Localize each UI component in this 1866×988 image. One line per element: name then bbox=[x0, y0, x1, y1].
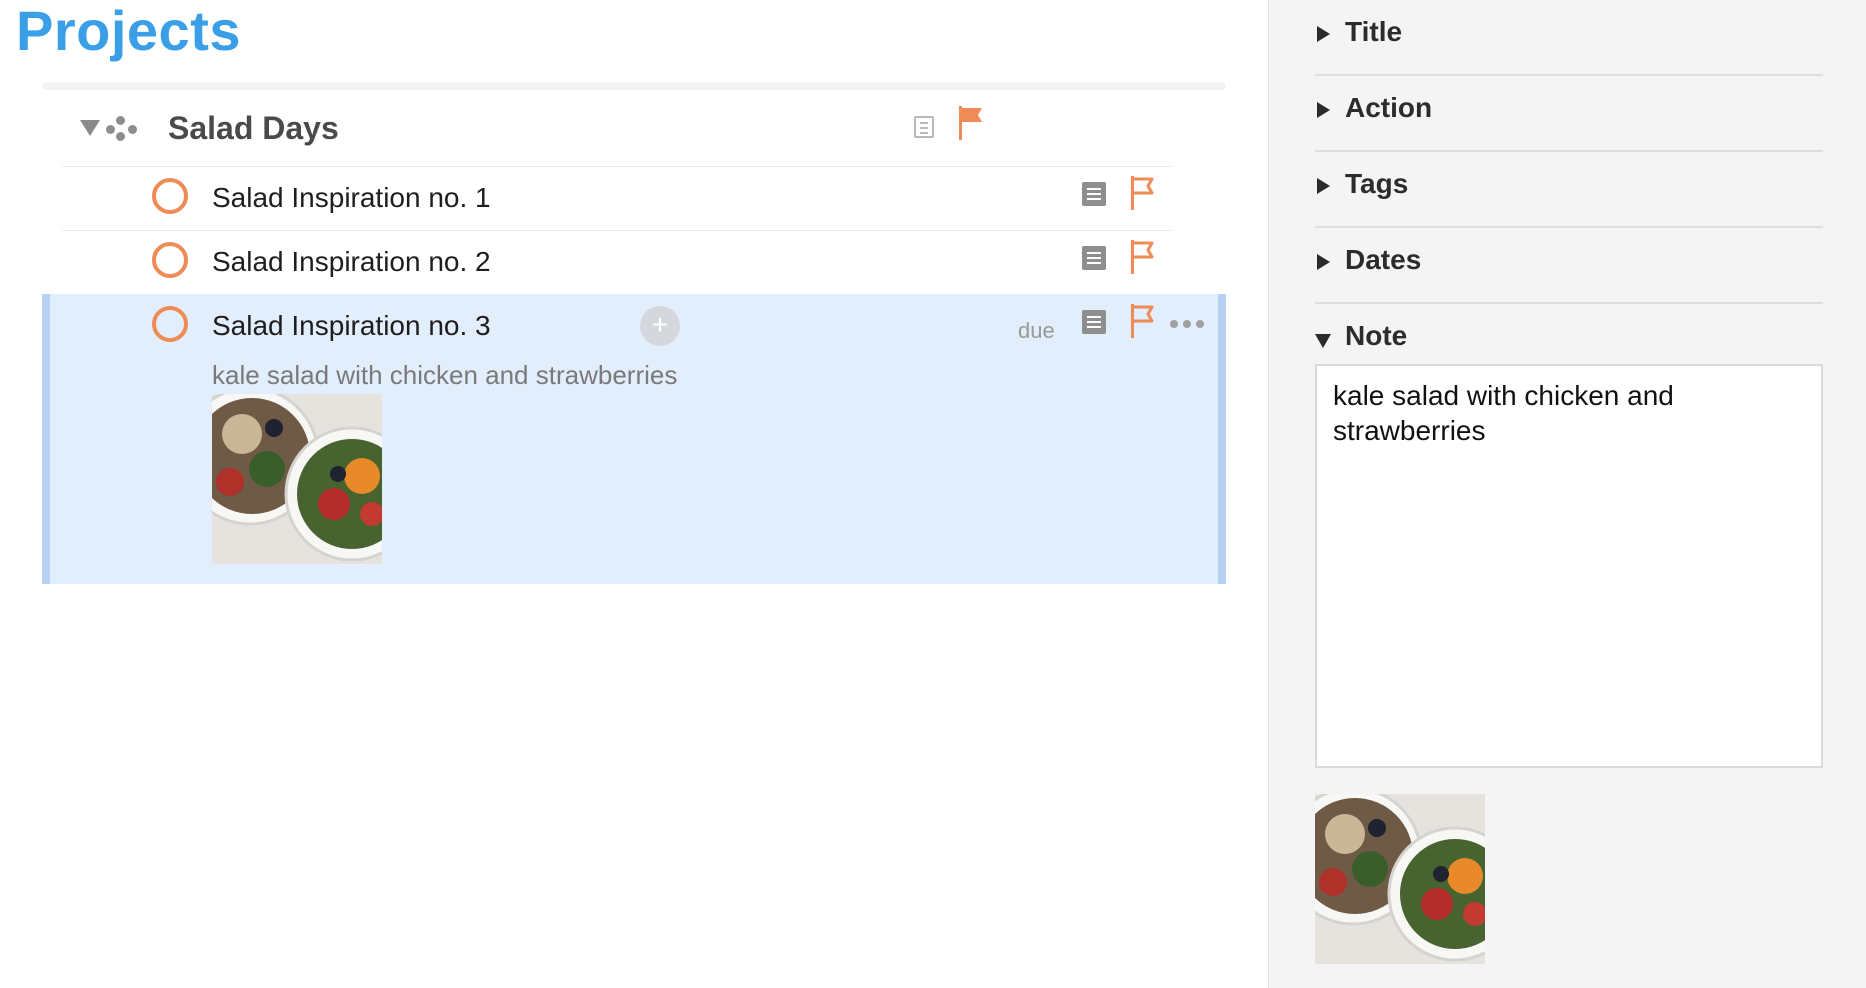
disclosure-triangle-icon[interactable] bbox=[1317, 26, 1330, 42]
section-label[interactable]: Action bbox=[1345, 92, 1432, 124]
due-label[interactable]: due bbox=[1018, 318, 1055, 344]
disclosure-triangle-icon[interactable] bbox=[1315, 334, 1331, 348]
flag-icon[interactable] bbox=[958, 106, 984, 140]
salad-photo[interactable] bbox=[1315, 794, 1485, 964]
section-action[interactable]: Action bbox=[1315, 76, 1823, 152]
project-row[interactable]: Salad Days bbox=[62, 92, 1172, 166]
salad-photo[interactable] bbox=[212, 394, 382, 564]
task-row[interactable]: Salad Inspiration no. 2 bbox=[62, 232, 1172, 294]
flag-icon[interactable] bbox=[1130, 240, 1156, 274]
divider bbox=[42, 82, 1226, 90]
task-checkbox[interactable] bbox=[152, 178, 188, 214]
section-note[interactable]: Note bbox=[1315, 304, 1823, 360]
task-row[interactable]: Salad Inspiration no. 1 bbox=[62, 168, 1172, 230]
disclosure-triangle-icon[interactable] bbox=[1317, 102, 1330, 118]
section-tags[interactable]: Tags bbox=[1315, 152, 1823, 228]
flag-icon[interactable] bbox=[1130, 176, 1156, 210]
task-title[interactable]: Salad Inspiration no. 2 bbox=[212, 246, 491, 278]
note-icon[interactable] bbox=[1082, 182, 1106, 206]
section-label[interactable]: Note bbox=[1345, 320, 1407, 352]
task-note: kale salad with chicken and strawberries bbox=[212, 360, 678, 390]
note-icon[interactable] bbox=[1082, 310, 1106, 334]
note-textarea[interactable]: kale salad with chicken and strawberries bbox=[1315, 364, 1823, 768]
disclosure-triangle-icon[interactable] bbox=[80, 120, 100, 136]
ellipsis-icon[interactable] bbox=[1170, 318, 1204, 330]
divider bbox=[62, 166, 1172, 167]
task-title[interactable]: Salad Inspiration no. 1 bbox=[212, 182, 491, 214]
page-title: Projects bbox=[16, 0, 241, 62]
note-icon[interactable] bbox=[914, 116, 934, 138]
inspector-panel: Title Action Tags Dates Note kale salad … bbox=[1268, 0, 1866, 988]
task-checkbox[interactable] bbox=[152, 306, 188, 342]
divider bbox=[62, 230, 1172, 231]
section-dates[interactable]: Dates bbox=[1315, 228, 1823, 304]
outline-pane: Projects Salad Days Salad Inspiration no… bbox=[0, 0, 1268, 988]
project-dots-icon bbox=[106, 116, 146, 142]
section-label[interactable]: Tags bbox=[1345, 168, 1408, 200]
note-icon[interactable] bbox=[1082, 246, 1106, 270]
section-label[interactable]: Dates bbox=[1345, 244, 1421, 276]
task-checkbox[interactable] bbox=[152, 242, 188, 278]
flag-icon[interactable] bbox=[1130, 304, 1156, 338]
disclosure-triangle-icon[interactable] bbox=[1317, 178, 1330, 194]
section-title[interactable]: Title bbox=[1315, 0, 1823, 76]
task-row[interactable]: Salad Inspiration no. 3 bbox=[62, 296, 1172, 358]
project-title[interactable]: Salad Days bbox=[168, 110, 339, 147]
section-label[interactable]: Title bbox=[1345, 16, 1402, 48]
add-button[interactable]: + bbox=[640, 306, 680, 346]
disclosure-triangle-icon[interactable] bbox=[1317, 254, 1330, 270]
task-title[interactable]: Salad Inspiration no. 3 bbox=[212, 310, 491, 342]
